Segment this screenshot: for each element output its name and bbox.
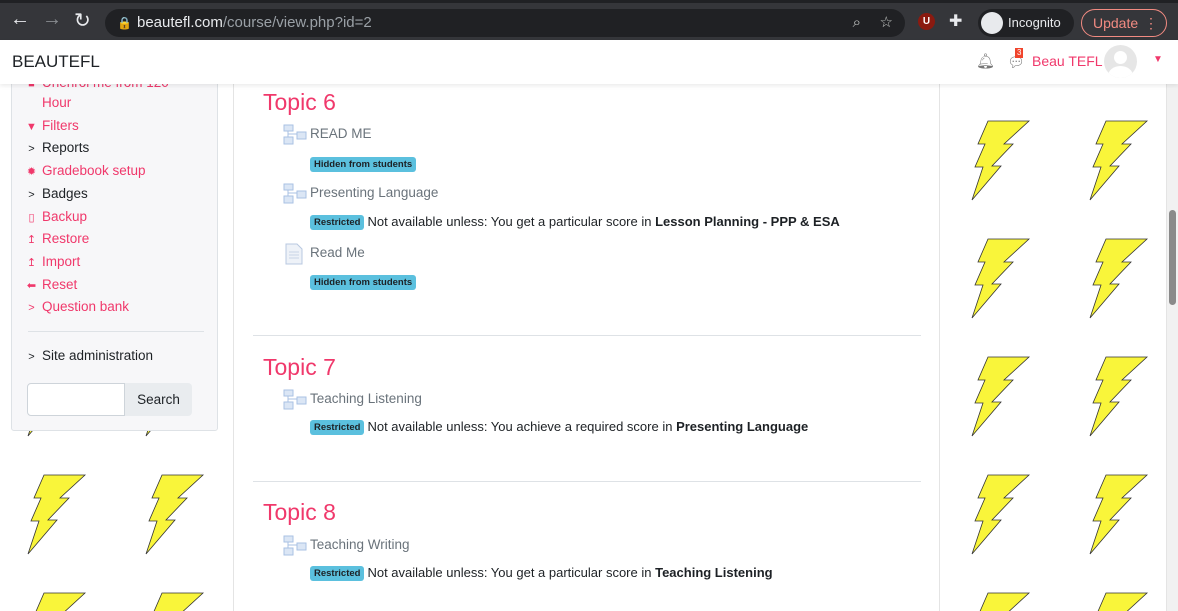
- url-host: beautefl.com: [137, 14, 223, 31]
- section-divider: [253, 481, 921, 482]
- status-badge: Restricted: [310, 420, 365, 435]
- topic-title[interactable]: Topic 6: [263, 89, 336, 116]
- activity-name: Presenting Language: [310, 185, 439, 200]
- topic-title[interactable]: Topic 7: [263, 354, 336, 381]
- sidebar-item-label: Backup: [42, 209, 88, 224]
- sidebar-item-label: Import: [42, 254, 81, 269]
- availability-info: Restricted Not available unless: You get …: [310, 565, 773, 581]
- site-navbar: BEAUTEFL 🔔︎ 💬︎ 3 Beau TEFL ▼: [0, 40, 1178, 84]
- sidebar-item-label: Question bank: [42, 299, 130, 314]
- upload-icon: ↥: [26, 257, 37, 269]
- message-count-badge: 3: [1015, 48, 1024, 58]
- activity-name: Read Me: [310, 245, 365, 260]
- availability-info: Restricted Not available unless: You achi…: [310, 419, 808, 435]
- sidebar-item[interactable]: > Reports: [28, 140, 90, 155]
- sidebar-item-label: Filters: [42, 118, 79, 133]
- url-path: /course/view.php?id=2: [222, 14, 372, 31]
- activity-name: READ ME: [310, 126, 372, 141]
- restriction-target: Presenting Language: [676, 419, 809, 434]
- sidebar-item[interactable]: > Question bank: [28, 299, 130, 314]
- activity-name: Teaching Writing: [310, 537, 410, 552]
- sidebar-item-label: Restore: [42, 231, 90, 246]
- reload-button[interactable]: ↻: [74, 8, 91, 33]
- sidebar-item[interactable]: > Badges: [28, 186, 88, 201]
- availability-info: Hidden from students: [310, 156, 419, 172]
- incognito-indicator[interactable]: Incognito: [978, 9, 1074, 37]
- activity-link[interactable]: READ ME: [283, 124, 372, 145]
- activity-link[interactable]: Presenting Language: [283, 183, 439, 204]
- activity-name: Teaching Listening: [310, 391, 422, 406]
- course-administration-block: ■Unenrol me from 120Hour▼Filters>Reports…: [11, 60, 218, 431]
- cog-icon: ✹: [26, 166, 37, 178]
- site-brand[interactable]: BEAUTEFL: [12, 52, 100, 72]
- upload-icon: ↥: [26, 234, 37, 246]
- scrollbar-thumb[interactable]: [1169, 210, 1176, 305]
- sidebar-item[interactable]: ▼ Filters: [26, 118, 79, 133]
- menu-dots-icon: ⋮: [1144, 15, 1158, 31]
- sidebar-item[interactable]: Hour: [42, 95, 71, 110]
- sidebar-item[interactable]: ✹ Gradebook setup: [27, 163, 146, 178]
- chevron-right-icon: >: [28, 351, 35, 363]
- update-button[interactable]: Update ⋮: [1081, 9, 1167, 37]
- sidebar-item-label: Site administration: [42, 348, 154, 363]
- activity-link[interactable]: Teaching Writing: [283, 535, 410, 556]
- sidebar-item-label: Reports: [42, 140, 90, 155]
- activity-link[interactable]: Read Me: [283, 243, 365, 265]
- scrollbar[interactable]: [1166, 84, 1178, 611]
- sidebar-item[interactable]: ▯ Backup: [28, 209, 88, 224]
- status-badge: Restricted: [310, 566, 365, 581]
- ublock-icon[interactable]: U: [918, 13, 935, 30]
- sidebar-item[interactable]: ↥ Import: [27, 254, 81, 269]
- chevron-right-icon: >: [28, 143, 35, 155]
- sidebar-item-site-administration[interactable]: > Site administration: [28, 348, 154, 363]
- restriction-target: Lesson Planning - PPP & ESA: [655, 214, 840, 229]
- divider: [28, 331, 204, 332]
- search-button[interactable]: Search: [125, 383, 192, 416]
- status-badge: Restricted: [310, 215, 365, 230]
- sidebar-item[interactable]: ⬅ Reset: [27, 277, 78, 292]
- arrow-left-icon: ⬅: [26, 280, 37, 292]
- update-label: Update: [1093, 15, 1139, 31]
- file-zip-icon: ▯: [28, 212, 35, 224]
- section-divider: [253, 335, 921, 336]
- incognito-icon: [981, 12, 1003, 34]
- browser-toolbar: ← → ↻ 🔒 beautefl.com/course/view.php?id=…: [0, 0, 1178, 40]
- status-badge: Hidden from students: [310, 157, 417, 172]
- incognito-label: Incognito: [1008, 15, 1061, 30]
- star-icon[interactable]: ☆: [880, 9, 893, 37]
- user-menu[interactable]: Beau TEFL: [1032, 53, 1103, 69]
- availability-info: Restricted Not available unless: You get …: [310, 214, 840, 230]
- extensions-icon[interactable]: ✚: [949, 11, 962, 31]
- filter-icon: ▼: [26, 121, 37, 133]
- restriction-text: Not available unless: You get a particul…: [367, 214, 656, 229]
- restriction-target: Teaching Listening: [655, 565, 773, 580]
- zoom-icon[interactable]: ⌕: [853, 9, 861, 37]
- search-input[interactable]: [27, 383, 125, 416]
- sidebar-item-label: Hour: [42, 95, 72, 110]
- address-bar[interactable]: 🔒 beautefl.com/course/view.php?id=2 ⌕ ☆: [105, 9, 905, 37]
- sidebar-item-label: Reset: [42, 277, 78, 292]
- sidebar-item[interactable]: ↥ Restore: [27, 231, 90, 246]
- sidebar-item-label: Badges: [42, 186, 88, 201]
- chevron-right-icon: >: [28, 302, 35, 314]
- avatar[interactable]: [1104, 45, 1137, 78]
- bell-icon[interactable]: 🔔︎: [976, 52, 995, 70]
- lock-icon: 🔒: [117, 16, 132, 30]
- back-button[interactable]: ←: [10, 8, 30, 31]
- restriction-text: Not available unless: You achieve a requ…: [367, 419, 677, 434]
- status-badge: Hidden from students: [310, 275, 417, 290]
- caret-down-icon[interactable]: ▼: [1153, 54, 1163, 65]
- activity-link[interactable]: Teaching Listening: [283, 389, 422, 410]
- restriction-text: Not available unless: You get a particul…: [367, 565, 656, 580]
- topic-title[interactable]: Topic 8: [263, 499, 336, 526]
- availability-info: Hidden from students: [310, 274, 419, 290]
- course-content: Topic 6 READ ME Hidden from students Presen…: [233, 84, 940, 611]
- chevron-right-icon: >: [28, 189, 35, 201]
- forward-button[interactable]: →: [42, 8, 62, 31]
- sidebar-item-label: Gradebook setup: [42, 163, 146, 178]
